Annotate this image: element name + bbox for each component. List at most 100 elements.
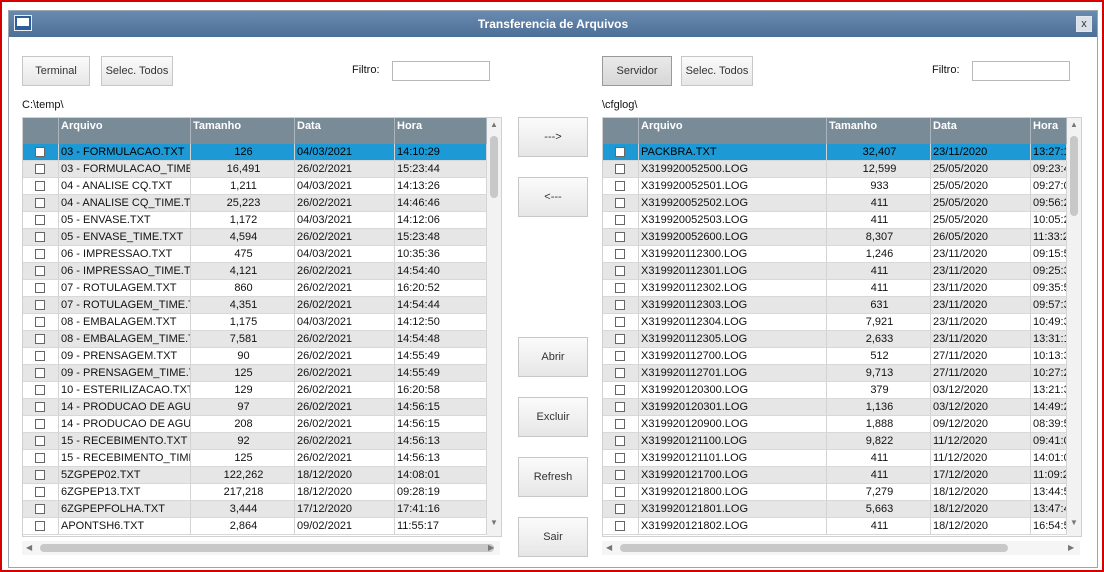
scroll-up-icon[interactable]: ▲ bbox=[490, 120, 498, 130]
table-row[interactable]: X319920120300.LOG37903/12/202013:21:30 bbox=[603, 382, 1067, 399]
row-checkbox[interactable] bbox=[615, 419, 625, 429]
left-horizontal-scroll-thumb[interactable] bbox=[40, 544, 494, 552]
terminal-button[interactable]: Terminal bbox=[22, 56, 90, 86]
table-row[interactable]: 6ZGPEPFOLHA.TXT 3,444 17/12/2020 17:41:16 bbox=[23, 501, 487, 518]
left-filter-input[interactable] bbox=[392, 61, 490, 81]
table-row[interactable]: 03 - FORMULACAO_TIME.TXT16,49126/02/2021… bbox=[23, 161, 487, 178]
table-row[interactable]: 09 - PRENSAGEM.TXT 90 26/02/2021 14:55:49 bbox=[23, 348, 487, 365]
table-row[interactable]: 03 - FORMULACAO.TXT 126 04/03/2021 14:10:29 bbox=[23, 144, 487, 161]
row-checkbox[interactable] bbox=[35, 436, 45, 446]
row-checkbox[interactable] bbox=[35, 181, 45, 191]
row-checkbox[interactable] bbox=[615, 164, 625, 174]
left-vertical-scrollbar[interactable]: ▲ ▼ bbox=[487, 118, 501, 536]
row-checkbox[interactable] bbox=[35, 266, 45, 276]
table-row[interactable]: 09 - PRENSAGEM_TIME.TXT12526/02/202114:5… bbox=[23, 365, 487, 382]
row-checkbox[interactable] bbox=[35, 164, 45, 174]
row-checkbox[interactable] bbox=[615, 334, 625, 344]
row-checkbox[interactable] bbox=[615, 470, 625, 480]
table-row[interactable]: X319920121101.LOG41111/12/202014:01:00 bbox=[603, 450, 1067, 467]
table-row[interactable]: 07 - ROTULAGEM_TIME.TXT4,35126/02/202114… bbox=[23, 297, 487, 314]
row-checkbox[interactable] bbox=[35, 521, 45, 531]
row-checkbox[interactable] bbox=[615, 317, 625, 327]
row-checkbox[interactable] bbox=[35, 453, 45, 463]
left-header-hora[interactable]: Hora bbox=[395, 118, 487, 144]
open-button[interactable]: Abrir bbox=[518, 337, 588, 377]
left-header-tamanho[interactable]: Tamanho bbox=[191, 118, 295, 144]
table-row[interactable]: X319920121800.LOG7,27918/12/202013:44:50 bbox=[603, 484, 1067, 501]
row-checkbox[interactable] bbox=[615, 521, 625, 531]
row-checkbox[interactable] bbox=[615, 198, 625, 208]
row-checkbox[interactable] bbox=[35, 215, 45, 225]
table-row[interactable]: X319920121802.LOG41118/12/202016:54:50 bbox=[603, 518, 1067, 535]
row-checkbox[interactable] bbox=[615, 436, 625, 446]
row-checkbox[interactable] bbox=[615, 453, 625, 463]
right-header-arquivo[interactable]: Arquivo bbox=[639, 118, 827, 144]
table-row[interactable]: X319920121700.LOG41117/12/202011:09:20 bbox=[603, 467, 1067, 484]
delete-button[interactable]: Excluir bbox=[518, 397, 588, 437]
row-checkbox[interactable] bbox=[615, 147, 625, 157]
table-row[interactable]: 5ZGPEP02.TXT 122,262 18/12/2020 14:08:01 bbox=[23, 467, 487, 484]
table-row[interactable]: 15 - RECEBIMENTO_TIME.TXT12526/02/202114… bbox=[23, 450, 487, 467]
table-row[interactable]: X319920112300.LOG1,24623/11/202009:15:50 bbox=[603, 246, 1067, 263]
scroll-down-icon[interactable]: ▼ bbox=[1070, 518, 1078, 528]
row-checkbox[interactable] bbox=[615, 232, 625, 242]
right-header-hora[interactable]: Hora bbox=[1031, 118, 1067, 144]
left-select-all-button[interactable]: Selec. Todos bbox=[101, 56, 173, 86]
table-row[interactable]: 06 - IMPRESSAO.TXT 475 04/03/2021 10:35:36 bbox=[23, 246, 487, 263]
table-row[interactable]: X319920112302.LOG41123/11/202009:35:50 bbox=[603, 280, 1067, 297]
table-row[interactable]: X319920112301.LOG41123/11/202009:25:30 bbox=[603, 263, 1067, 280]
table-row[interactable]: 04 - ANALISE CQ_TIME.TXT 25,223 26/02/2021… bbox=[23, 195, 487, 212]
right-header-data[interactable]: Data bbox=[931, 118, 1031, 144]
table-row[interactable]: 6ZGPEP13.TXT 217,218 18/12/2020 09:28:19 bbox=[23, 484, 487, 501]
servidor-button[interactable]: Servidor bbox=[602, 56, 672, 86]
table-row[interactable]: X319920121100.LOG9,82211/12/202009:41:00 bbox=[603, 433, 1067, 450]
right-vertical-scrollbar[interactable]: ▲ ▼ bbox=[1067, 118, 1081, 536]
table-row[interactable]: APONTSH6.TXT 2,864 09/02/2021 11:55:17 bbox=[23, 518, 487, 535]
row-checkbox[interactable] bbox=[615, 249, 625, 259]
table-row[interactable]: 14 - PRODUCAO DE AGUA 97 26/02/2021 14:56:1… bbox=[23, 399, 487, 416]
scroll-left-icon[interactable]: ◀ bbox=[26, 543, 32, 553]
right-horizontal-scrollbar[interactable]: ◀ ▶ bbox=[602, 541, 1080, 555]
table-row[interactable]: 10 - ESTERILIZACAO.TXT 129 26/02/2021 16:20… bbox=[23, 382, 487, 399]
row-checkbox[interactable] bbox=[35, 317, 45, 327]
right-select-all-button[interactable]: Selec. Todos bbox=[681, 56, 753, 86]
send-left-button[interactable]: <--- bbox=[518, 177, 588, 217]
table-row[interactable]: 07 - ROTULAGEM.TXT 860 26/02/2021 16:20:52 bbox=[23, 280, 487, 297]
table-row[interactable]: 05 - ENVASE_TIME.TXT 4,594 26/02/2021 15:23… bbox=[23, 229, 487, 246]
left-vertical-scroll-thumb[interactable] bbox=[490, 136, 498, 198]
row-checkbox[interactable] bbox=[35, 487, 45, 497]
row-checkbox[interactable] bbox=[35, 368, 45, 378]
row-checkbox[interactable] bbox=[615, 283, 625, 293]
scroll-right-icon[interactable]: ▶ bbox=[488, 543, 494, 553]
table-row[interactable]: 15 - RECEBIMENTO.TXT 92 26/02/2021 14:56:13 bbox=[23, 433, 487, 450]
right-header-tamanho[interactable]: Tamanho bbox=[827, 118, 931, 144]
row-checkbox[interactable] bbox=[615, 300, 625, 310]
table-row[interactable]: X319920120900.LOG1,88809/12/202008:39:50 bbox=[603, 416, 1067, 433]
table-row[interactable]: X319920052502.LOG41125/05/202009:56:20 bbox=[603, 195, 1067, 212]
table-row[interactable]: X319920121801.LOG5,66318/12/202013:47:40 bbox=[603, 501, 1067, 518]
table-row[interactable]: 06 - IMPRESSAO_TIME.TXT 4,121 26/02/2021 14… bbox=[23, 263, 487, 280]
table-row[interactable]: X319920052501.LOG93325/05/202009:27:09 bbox=[603, 178, 1067, 195]
left-header-data[interactable]: Data bbox=[295, 118, 395, 144]
row-checkbox[interactable] bbox=[35, 147, 45, 157]
right-filter-input[interactable] bbox=[972, 61, 1070, 81]
table-row[interactable]: 14 - PRODUCAO DE AGUA 208 26/02/2021 14:56:… bbox=[23, 416, 487, 433]
row-checkbox[interactable] bbox=[35, 385, 45, 395]
table-row[interactable]: 08 - EMBALAGEM.TXT 1,175 04/03/2021 14:12:5… bbox=[23, 314, 487, 331]
row-checkbox[interactable] bbox=[35, 283, 45, 293]
table-row[interactable]: 04 - ANALISE CQ.TXT 1,211 04/03/2021 14:13:… bbox=[23, 178, 487, 195]
row-checkbox[interactable] bbox=[615, 181, 625, 191]
row-checkbox[interactable] bbox=[35, 419, 45, 429]
table-row[interactable]: X319920120301.LOG1,13603/12/202014:49:20 bbox=[603, 399, 1067, 416]
right-horizontal-scroll-thumb[interactable] bbox=[620, 544, 1008, 552]
row-checkbox[interactable] bbox=[615, 487, 625, 497]
row-checkbox[interactable] bbox=[35, 300, 45, 310]
right-vertical-scroll-thumb[interactable] bbox=[1070, 136, 1078, 216]
send-right-button[interactable]: ---> bbox=[518, 117, 588, 157]
left-header-arquivo[interactable]: Arquivo bbox=[59, 118, 191, 144]
left-horizontal-scrollbar[interactable]: ◀ ▶ bbox=[22, 541, 500, 555]
table-row[interactable]: X319920112701.LOG9,71327/11/202010:27:20 bbox=[603, 365, 1067, 382]
table-row[interactable]: X319920112700.LOG51227/11/202010:13:30 bbox=[603, 348, 1067, 365]
table-row[interactable]: X319920052500.LOG12,59925/05/202009:23:4… bbox=[603, 161, 1067, 178]
row-checkbox[interactable] bbox=[35, 504, 45, 514]
